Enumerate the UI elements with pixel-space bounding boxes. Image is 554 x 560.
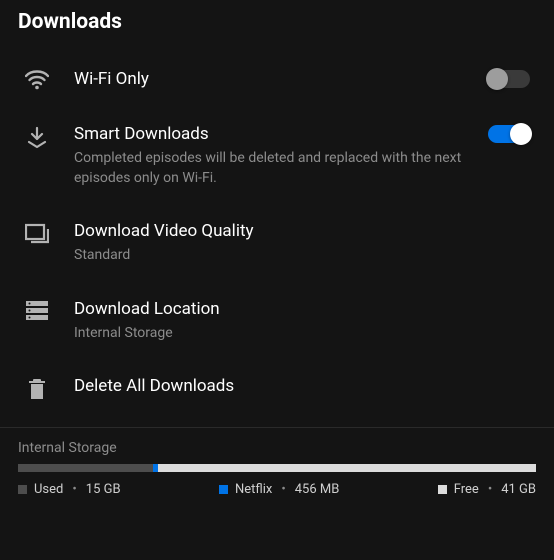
storage-section: Internal Storage Used • 15 GB Netflix • … bbox=[0, 428, 554, 497]
storage-legend: Used • 15 GB Netflix • 456 MB Free • 41 … bbox=[18, 482, 536, 497]
swatch-used bbox=[18, 485, 27, 494]
smart-downloads-toggle[interactable] bbox=[488, 125, 530, 143]
settings-list: Wi-Fi Only Smart Downloads Completed epi… bbox=[0, 52, 554, 417]
legend-used-label: Used bbox=[34, 482, 63, 497]
legend-used-value: 15 GB bbox=[86, 482, 121, 497]
video-quality-value: Standard bbox=[74, 245, 518, 265]
swatch-app bbox=[219, 485, 228, 494]
page-title: Downloads bbox=[18, 10, 536, 34]
storage-seg-free bbox=[158, 464, 536, 472]
row-delete-all[interactable]: Delete All Downloads bbox=[0, 359, 554, 417]
storage-bar bbox=[18, 464, 536, 472]
storage-title: Internal Storage bbox=[18, 440, 536, 456]
wifi-only-label: Wi-Fi Only bbox=[74, 68, 476, 91]
header: Downloads bbox=[0, 0, 554, 52]
legend-app-label: Netflix bbox=[235, 482, 272, 497]
download-location-label: Download Location bbox=[74, 298, 518, 321]
smart-download-icon bbox=[22, 123, 52, 149]
download-location-value: Internal Storage bbox=[74, 323, 518, 343]
legend-used: Used • 15 GB bbox=[18, 482, 121, 497]
legend-app: Netflix • 456 MB bbox=[219, 482, 339, 497]
wifi-only-toggle[interactable] bbox=[488, 70, 530, 88]
smart-downloads-desc: Completed episodes will be deleted and r… bbox=[74, 148, 476, 189]
video-quality-label: Download Video Quality bbox=[74, 220, 518, 243]
storage-icon bbox=[22, 298, 52, 320]
legend-free: Free • 41 GB bbox=[438, 482, 536, 497]
trash-icon bbox=[22, 375, 52, 401]
video-quality-icon bbox=[22, 220, 52, 244]
wifi-icon bbox=[22, 68, 52, 90]
row-download-location[interactable]: Download Location Internal Storage bbox=[0, 282, 554, 359]
row-smart-downloads[interactable]: Smart Downloads Completed episodes will … bbox=[0, 107, 554, 205]
legend-free-value: 41 GB bbox=[501, 482, 536, 497]
swatch-free bbox=[438, 485, 447, 494]
smart-downloads-label: Smart Downloads bbox=[74, 123, 476, 146]
delete-all-label: Delete All Downloads bbox=[74, 375, 518, 398]
storage-seg-used bbox=[18, 464, 153, 472]
legend-free-label: Free bbox=[454, 482, 479, 497]
legend-app-value: 456 MB bbox=[295, 482, 340, 497]
row-video-quality[interactable]: Download Video Quality Standard bbox=[0, 204, 554, 281]
row-wifi-only[interactable]: Wi-Fi Only bbox=[0, 52, 554, 107]
